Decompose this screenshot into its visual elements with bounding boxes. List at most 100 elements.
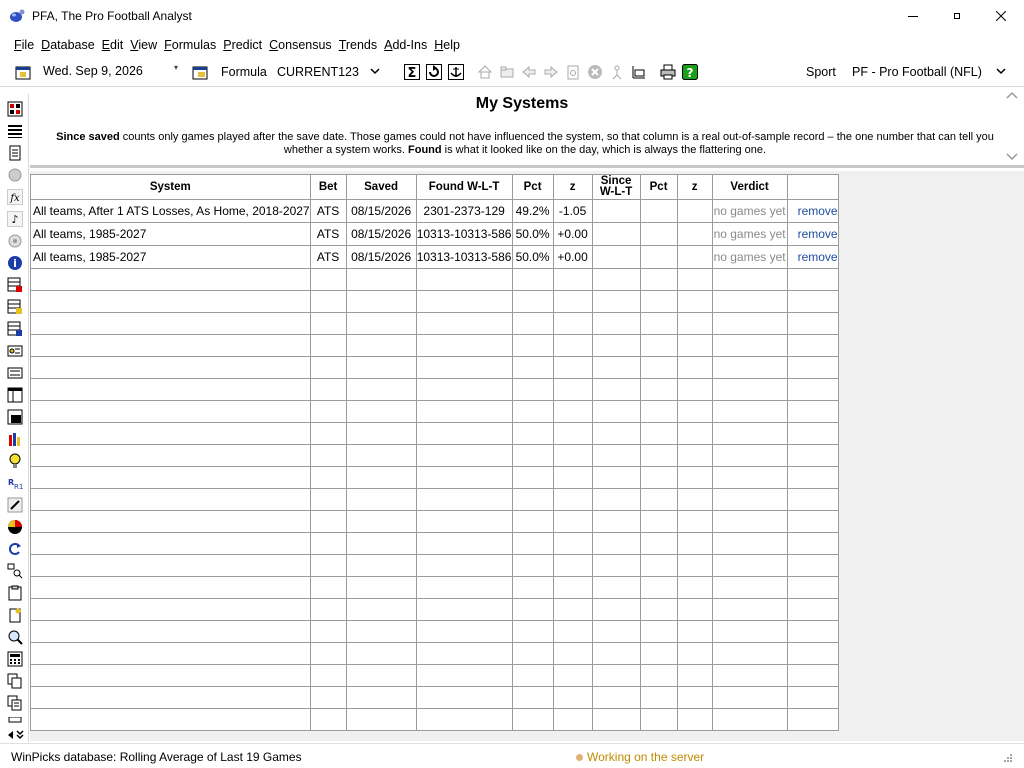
minimize-button[interactable] (890, 0, 936, 32)
empty-cell (711, 290, 788, 313)
edit-icon[interactable] (6, 496, 23, 513)
calendar-next-icon[interactable] (191, 63, 209, 81)
ratings-icon[interactable]: R R1 (6, 474, 23, 491)
remove-link[interactable]: remove (786, 199, 839, 223)
menu-predict[interactable]: Predict (220, 38, 265, 52)
function-icon[interactable]: fx (6, 188, 23, 205)
cell-bet: ATS (309, 245, 347, 269)
empty-cell (676, 378, 713, 401)
empty-row (30, 620, 839, 643)
grid-yellow-icon[interactable] (6, 298, 23, 315)
col-since-wlt[interactable]: Since W-L-T (591, 174, 641, 200)
empty-cell (591, 268, 641, 291)
schedule-icon[interactable] (6, 100, 23, 117)
resize-grip-icon[interactable] (1003, 753, 1013, 763)
col-pct[interactable]: Pct (511, 174, 554, 200)
help-icon[interactable]: ? (681, 63, 699, 81)
col-system[interactable]: System (30, 174, 311, 200)
menu-edit[interactable]: Edit (99, 38, 127, 52)
copy-icon[interactable] (6, 672, 23, 689)
globe-icon[interactable] (6, 166, 23, 183)
empty-cell (30, 708, 311, 731)
table-row[interactable]: All teams, 1985-2027 ATS 08/15/2026 10313-1… (30, 245, 839, 269)
page-refresh-icon[interactable] (564, 63, 582, 81)
empty-cell (639, 312, 678, 335)
empty-cell (415, 532, 513, 555)
empty-cell (511, 444, 554, 467)
menu-database[interactable]: Database (38, 38, 98, 52)
col-saved[interactable]: Saved (345, 174, 417, 200)
player-icon[interactable] (608, 63, 626, 81)
window-icon[interactable] (6, 386, 23, 403)
menu-view[interactable]: View (127, 38, 160, 52)
empty-row (30, 312, 839, 335)
music-note-icon[interactable]: ♪ (6, 210, 23, 227)
menu-formulas[interactable]: Formulas (161, 38, 219, 52)
close-button[interactable] (978, 0, 1024, 32)
empty-cell (511, 356, 554, 379)
document-icon[interactable] (6, 144, 23, 161)
empty-cell (591, 444, 641, 467)
formula-select[interactable]: CURRENT123 (272, 61, 386, 82)
empty-cell (786, 378, 839, 401)
magnify-data-icon[interactable] (6, 562, 23, 579)
print-icon[interactable] (659, 63, 677, 81)
maximize-button[interactable] (934, 0, 980, 32)
remove-link[interactable]: remove (786, 222, 839, 246)
col-since-pct[interactable]: Pct (639, 174, 678, 200)
back-arrow-icon[interactable] (520, 63, 538, 81)
empty-cell (415, 664, 513, 687)
list-icon[interactable] (6, 122, 23, 139)
grid-red-icon[interactable] (6, 276, 23, 293)
wheel-icon[interactable] (6, 518, 23, 535)
empty-cell (415, 356, 513, 379)
new-document-icon[interactable] (6, 606, 23, 623)
sigma-icon[interactable]: Σ (403, 63, 421, 81)
sport-select[interactable]: PF - Pro Football (NFL) (847, 61, 1012, 82)
clipboard-icon[interactable] (6, 584, 23, 601)
home-icon[interactable] (476, 63, 494, 81)
empty-cell (30, 334, 311, 357)
info-icon[interactable]: i (6, 254, 23, 271)
cell-system: All teams, After 1 ATS Losses, As Home, … (30, 199, 311, 223)
cycle-icon[interactable] (6, 540, 23, 557)
menu-file[interactable]: File (11, 38, 37, 52)
col-verdict[interactable]: Verdict (711, 174, 788, 200)
col-found-wlt[interactable]: Found W-L-T (415, 174, 513, 200)
duplicate-icon[interactable] (6, 694, 23, 711)
empty-row (30, 290, 839, 313)
menu-consensus[interactable]: Consensus (266, 38, 335, 52)
col-since-z[interactable]: z (676, 174, 713, 200)
date-dropdown-icon[interactable]: ▾ (174, 63, 178, 72)
calendar-icon[interactable] (14, 63, 32, 81)
search-icon[interactable] (6, 628, 23, 645)
empty-cell (591, 510, 641, 533)
settings-panel-icon[interactable] (6, 342, 23, 359)
folder-icon[interactable] (498, 63, 516, 81)
menu-add-ins[interactable]: Add-Ins (381, 38, 430, 52)
menu-help[interactable]: Help (431, 38, 463, 52)
calculator-icon[interactable] (6, 650, 23, 667)
forward-arrow-icon[interactable] (542, 63, 560, 81)
header-scrollbar[interactable] (1005, 90, 1019, 166)
sliders-icon[interactable] (6, 364, 23, 381)
empty-row (30, 488, 839, 511)
grid-blue-icon[interactable] (6, 320, 23, 337)
menu-trends[interactable]: Trends (336, 38, 380, 52)
col-bet[interactable]: Bet (309, 174, 347, 200)
chart-icon[interactable] (630, 63, 648, 81)
anchor-icon[interactable] (447, 63, 465, 81)
date-field[interactable]: Wed. Sep 9, 2026 (43, 64, 143, 78)
sidebar-scroll-icon[interactable] (4, 726, 28, 743)
stop-icon[interactable] (586, 63, 604, 81)
bar-chart-icon[interactable] (6, 430, 23, 447)
lightbulb-icon[interactable] (6, 452, 23, 469)
table-row[interactable]: All teams, 1985-2027 ATS 08/15/2026 10313-1… (30, 222, 839, 246)
remove-link[interactable]: remove (786, 245, 839, 269)
empty-cell (711, 686, 788, 709)
refresh-icon[interactable] (425, 63, 443, 81)
col-z[interactable]: z (552, 174, 593, 200)
table-row[interactable]: All teams, After 1 ATS Losses, As Home, … (30, 199, 839, 223)
network-icon[interactable] (6, 232, 23, 249)
panel-icon[interactable] (6, 408, 23, 425)
